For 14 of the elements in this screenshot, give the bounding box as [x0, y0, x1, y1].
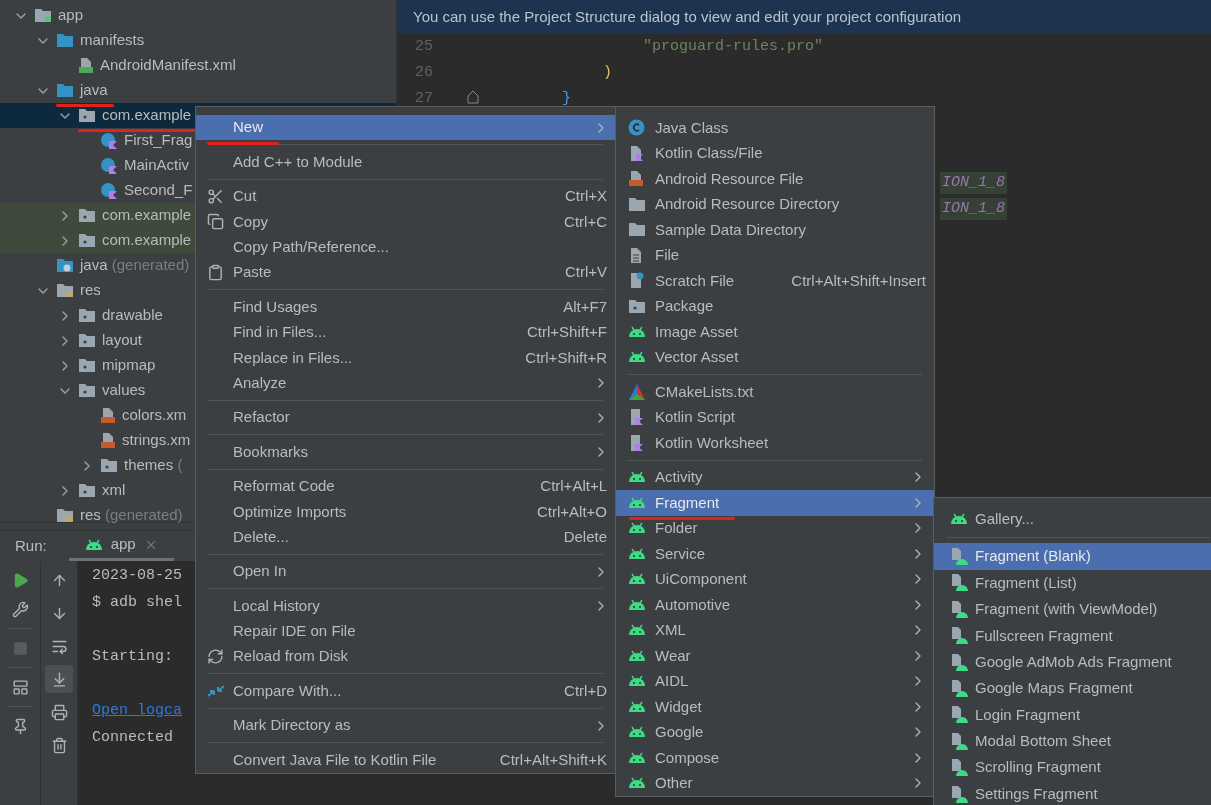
panel-title: Run: [15, 535, 47, 556]
line-number: 25 [415, 37, 433, 55]
code-text: "proguard-rules.pro" [642, 36, 825, 57]
info-banner: You can use the Project Structure dialog to view and edit your project configuration [397, 0, 1211, 34]
code-text: } [561, 88, 572, 109]
console-line: Connected [92, 728, 173, 749]
code-text: ION_1_8 [940, 171, 1007, 195]
code-text: ) [602, 62, 613, 83]
console-line: 2023-08-25 [92, 566, 182, 587]
console-line: Starting: [92, 647, 173, 668]
line-number: 27 [415, 89, 433, 107]
console-line: $ adb shel [92, 593, 182, 614]
code-text: ION_1_8 [940, 197, 1007, 221]
line-number: 26 [415, 63, 433, 81]
